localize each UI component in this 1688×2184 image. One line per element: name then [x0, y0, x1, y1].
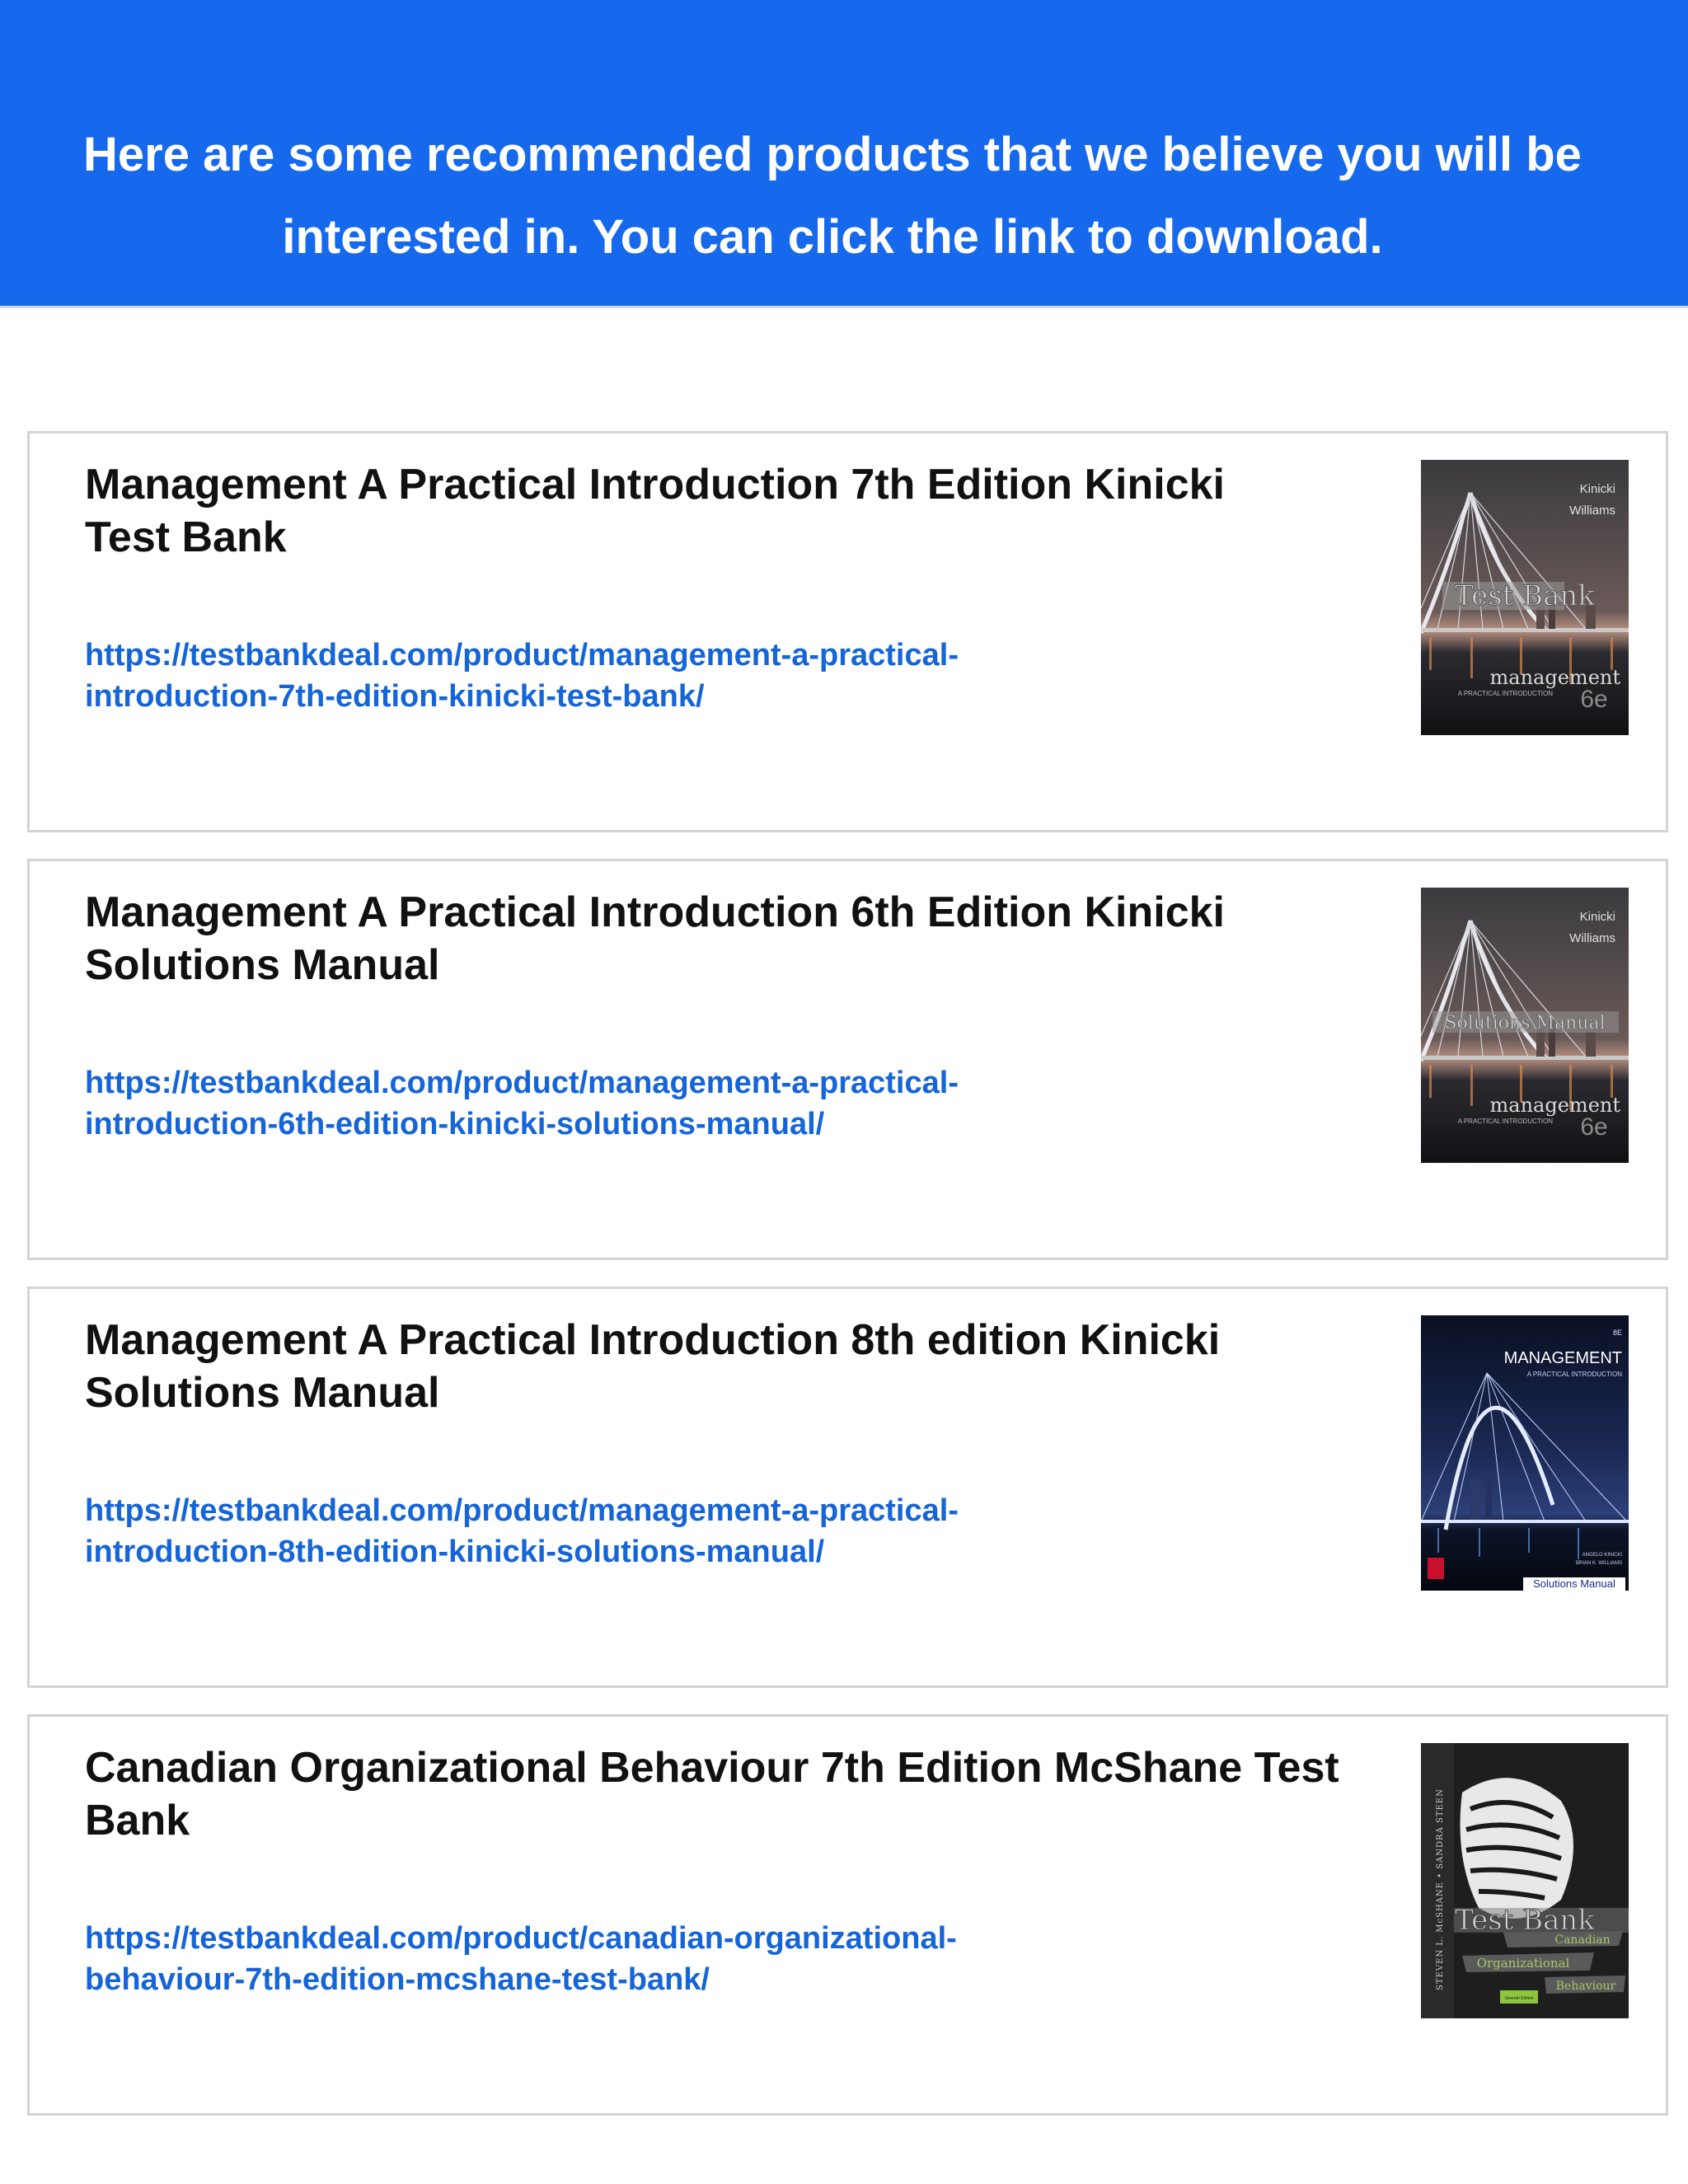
product-title-line-1: Management A Practical Introduction 6th …	[85, 888, 1225, 936]
product-cover-image[interactable]: Kinicki Williams Solutions Manual manage…	[1421, 888, 1629, 1163]
product-cover-image[interactable]: 8E MANAGEMENT A PRACTICAL INTRODUCTION A…	[1421, 1315, 1629, 1591]
link-line-2[interactable]: introduction-7th-edition-kinicki-test-ba…	[85, 679, 705, 714]
product-download-link[interactable]: https://testbankdeal.com/product/managem…	[85, 1490, 1074, 1572]
link-line-1[interactable]: https://testbankdeal.com/product/canadia…	[85, 1921, 957, 1956]
product-card: Management A Practical Introduction 7th …	[27, 431, 1668, 832]
product-title: Management A Practical Introduction 7th …	[85, 458, 1420, 564]
link-line-1[interactable]: https://testbankdeal.com/product/managem…	[85, 1066, 959, 1100]
cover-title: MANAGEMENT	[1504, 1349, 1622, 1367]
product-card: Canadian Organizational Behaviour 7th Ed…	[27, 1714, 1668, 2116]
product-card: Management A Practical Introduction 8th …	[27, 1286, 1668, 1688]
cover-edition: 6e	[1580, 686, 1607, 713]
cover-subtitle: A PRACTICAL INTRODUCTION	[1458, 690, 1553, 697]
cover-word-canadian: Canadian	[1554, 1933, 1610, 1947]
cover-author-1: Kinicki	[1580, 910, 1615, 924]
cover-subtitle: A PRACTICAL INTRODUCTION	[1527, 1371, 1622, 1378]
product-title: Management A Practical Introduction 6th …	[85, 886, 1420, 991]
cover-author-1: Kinicki	[1580, 482, 1615, 496]
cover-edition: 8E	[1613, 1329, 1622, 1337]
banner-line-2: interested in. You can click the link to…	[282, 210, 1383, 264]
banner-message: Here are some recommended products that …	[33, 114, 1632, 279]
cover-subtitle: A PRACTICAL INTRODUCTION	[1458, 1118, 1553, 1125]
cover-author-1: ANGELO KINICKI	[1582, 1553, 1623, 1558]
product-title-line-2: Solutions Manual	[85, 941, 440, 989]
cover-spine-authors: STEVEN L. McSHANE • SANDRA STEEN	[1436, 1788, 1445, 1990]
cover-author-2: BRIAN K. WILLIAMS	[1576, 1561, 1622, 1566]
product-title-line-1: Canadian Organizational Behaviour 7th Ed…	[85, 1744, 1339, 1792]
cover-edition: 6e	[1580, 1113, 1607, 1141]
product-cover-image[interactable]: Kinicki Williams Test Bank management A …	[1421, 460, 1629, 735]
product-title-line-2: Test Bank	[85, 513, 287, 561]
link-line-1[interactable]: https://testbankdeal.com/product/managem…	[85, 1493, 959, 1528]
product-title-line-2: Bank	[85, 1797, 190, 1844]
link-line-1[interactable]: https://testbankdeal.com/product/managem…	[85, 638, 959, 673]
cover-author-2: Williams	[1569, 931, 1615, 945]
product-title: Canadian Organizational Behaviour 7th Ed…	[85, 1741, 1420, 1847]
cover-stamp: Test Bank	[1455, 579, 1595, 612]
header-banner: Here are some recommended products that …	[0, 0, 1688, 308]
product-download-link[interactable]: https://testbankdeal.com/product/canadia…	[85, 1918, 1074, 2000]
banner-line-1: Here are some recommended products that …	[83, 128, 1582, 181]
cover-word-organizational: Organizational	[1477, 1956, 1570, 1971]
cover-stamp: Solutions Manual	[1533, 1577, 1615, 1590]
product-download-link[interactable]: https://testbankdeal.com/product/managem…	[85, 635, 1074, 717]
product-title: Management A Practical Introduction 8th …	[85, 1314, 1420, 1419]
product-card: Management A Practical Introduction 6th …	[27, 859, 1668, 1260]
cover-stamp: Solutions Manual	[1444, 1013, 1605, 1033]
link-line-2[interactable]: behaviour-7th-edition-mcshane-test-bank/	[85, 1962, 710, 1997]
product-title-line-1: Management A Practical Introduction 8th …	[85, 1316, 1221, 1364]
cover-author-2: Williams	[1569, 504, 1615, 518]
product-download-link[interactable]: https://testbankdeal.com/product/managem…	[85, 1062, 1074, 1145]
product-title-line-2: Solutions Manual	[85, 1369, 440, 1417]
cover-edition: Seventh Edition	[1504, 1996, 1533, 2001]
cover-word-behaviour: Behaviour	[1556, 1980, 1616, 1993]
product-title-line-1: Management A Practical Introduction 7th …	[85, 461, 1225, 509]
product-cover-image[interactable]: Test Bank Canadian Organizational Behavi…	[1421, 1743, 1629, 2018]
link-line-2[interactable]: introduction-8th-edition-kinicki-solutio…	[85, 1535, 824, 1569]
link-line-2[interactable]: introduction-6th-edition-kinicki-solutio…	[85, 1107, 824, 1141]
